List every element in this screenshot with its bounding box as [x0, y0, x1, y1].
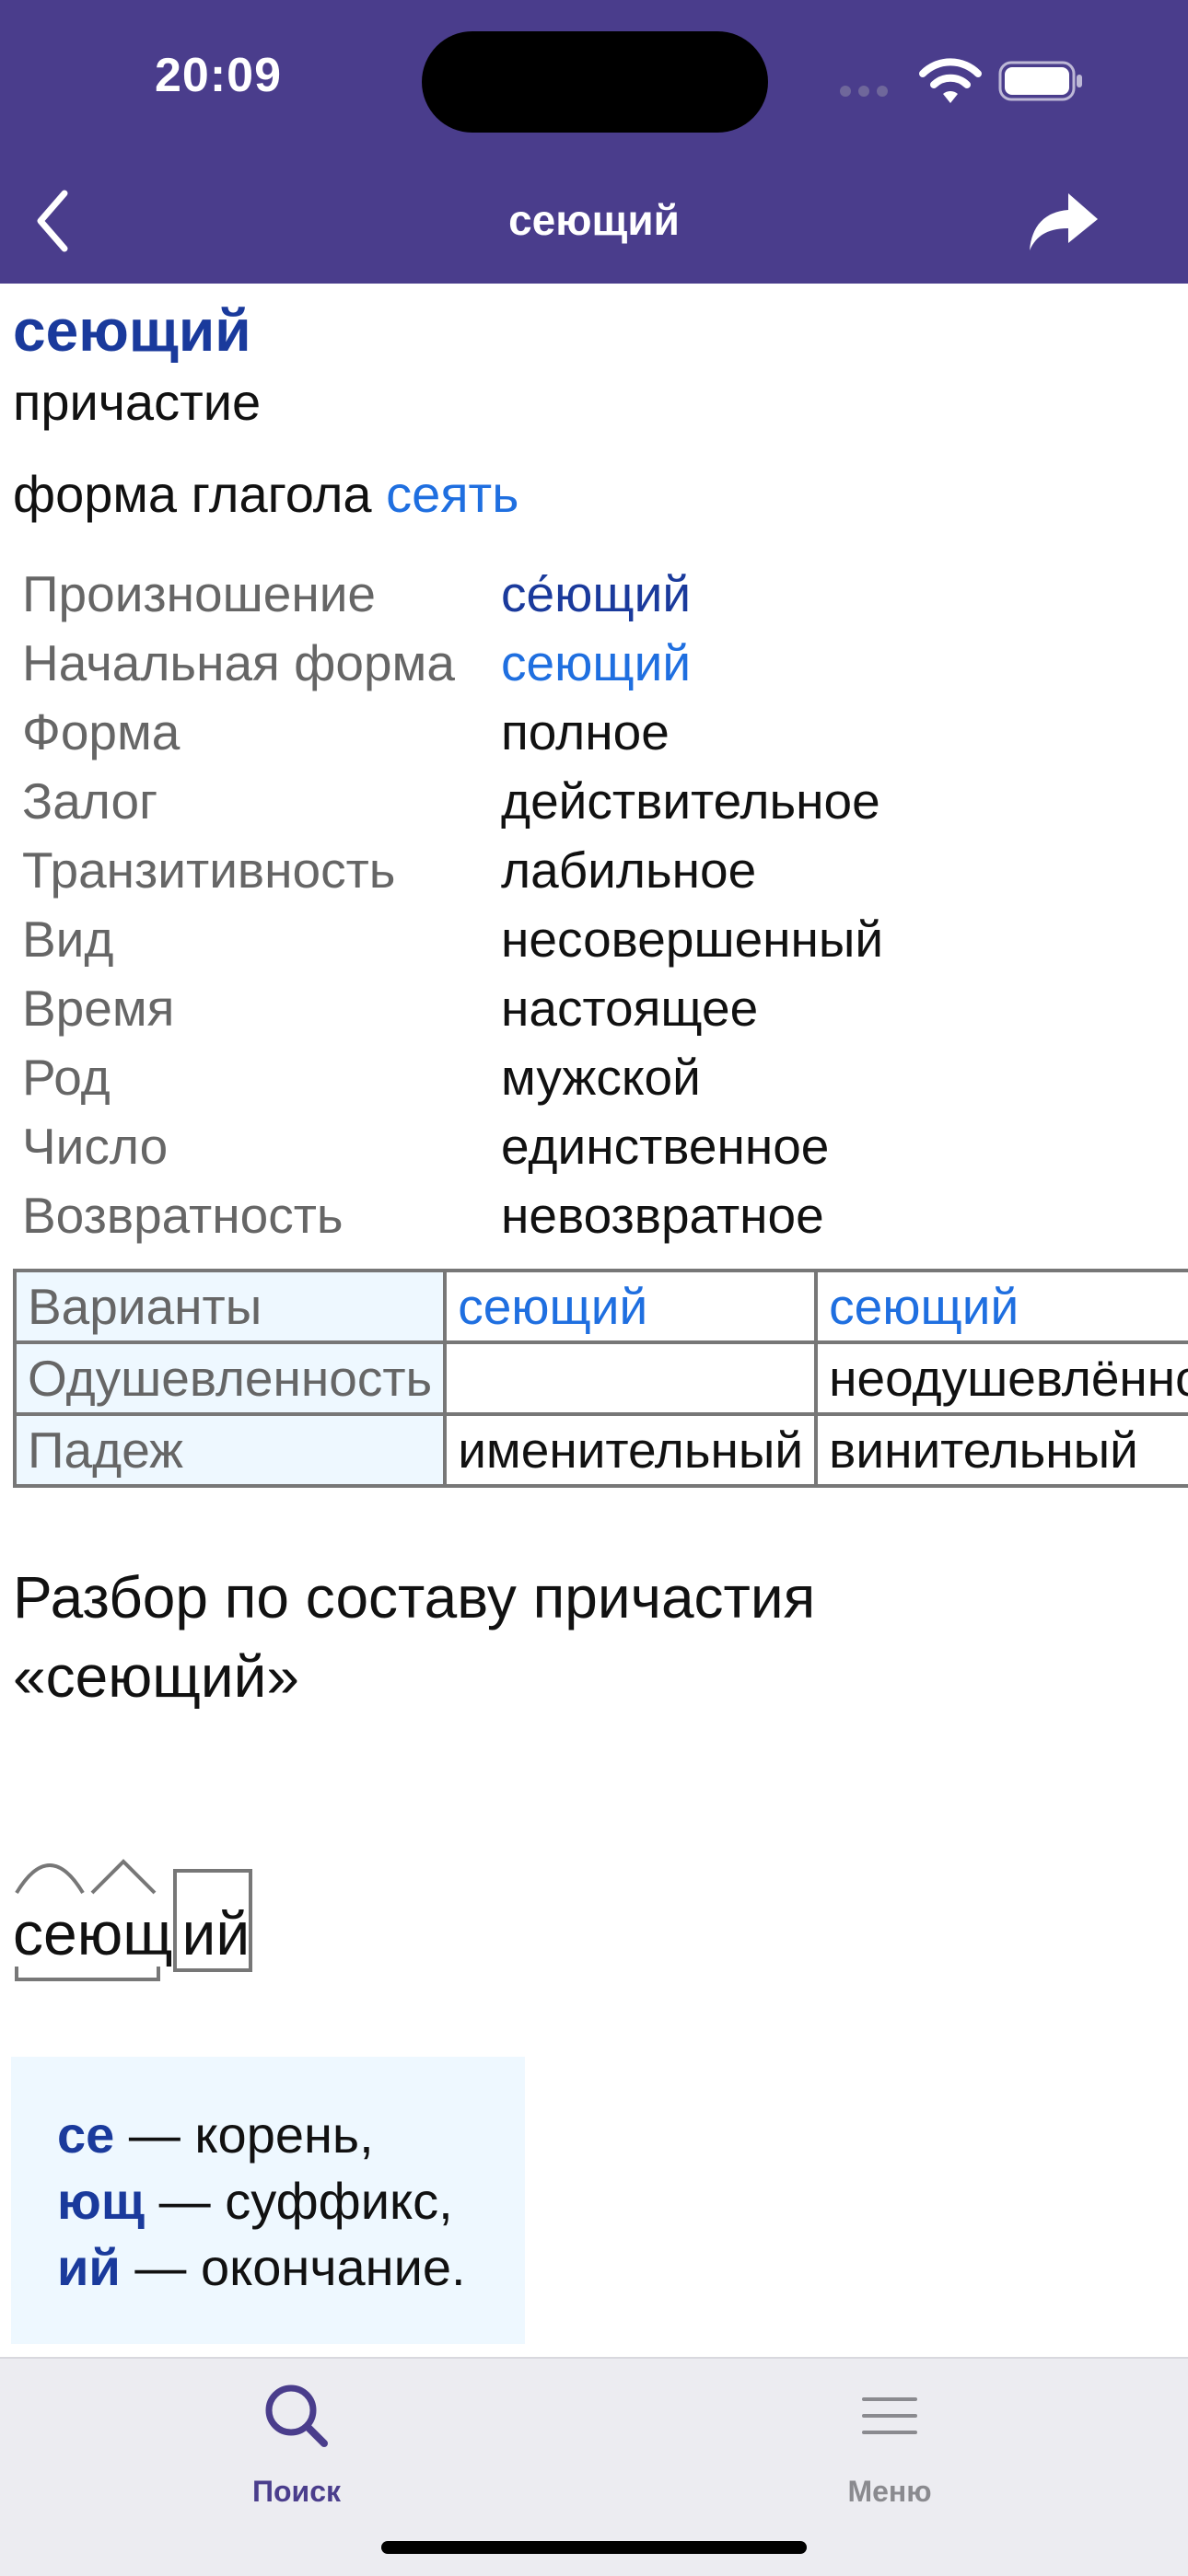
property-row: Залог действительное [22, 767, 883, 836]
property-row: Вид несовершенный [22, 905, 883, 974]
morpheme-legend: се — корень, ющ — суффикс, ий — окончани… [11, 2057, 525, 2344]
property-key: Вид [22, 911, 114, 968]
property-key: Залог [22, 772, 158, 830]
wifi-icon [919, 58, 982, 103]
table-row: Одушевленность неодушевлённое [13, 1340, 1188, 1416]
base-verb-link[interactable]: сеять [386, 465, 518, 523]
property-value: се́ющий [501, 565, 692, 622]
property-key: Произношение [22, 565, 377, 622]
table-cell [443, 1340, 819, 1416]
property-row: Транзитивность лабильное [22, 836, 883, 905]
row-header: Одушевленность [13, 1340, 448, 1416]
menu-icon [862, 2397, 917, 2434]
status-time: 20:09 [155, 49, 282, 102]
legend-item: ий — окончание. [57, 2237, 466, 2297]
part-of-speech: причастие [13, 373, 262, 431]
property-value: лабильное [501, 841, 757, 899]
property-row: Число единственное [22, 1112, 883, 1181]
property-key: Возвратность [22, 1187, 344, 1244]
home-indicator[interactable] [381, 2541, 807, 2554]
property-row: Форма полное [22, 698, 883, 767]
property-row: Произношение се́ющий [22, 560, 883, 629]
morphology-heading: Разбор по составу причастия «сеющий» [13, 1564, 816, 1710]
tab-label: Поиск [251, 2475, 342, 2508]
legend-item: ющ — суффикс, [57, 2171, 453, 2231]
row-header: Падеж [13, 1412, 448, 1488]
table-row: Варианты сеющий сеющий [13, 1269, 1188, 1344]
property-value: мужской [501, 1049, 701, 1106]
nav-title: сеющий [508, 196, 680, 244]
row-header: Варианты [13, 1269, 448, 1344]
property-key: Род [22, 1049, 111, 1106]
table-cell: неодушевлённое [814, 1340, 1188, 1416]
root-part: се [13, 1899, 77, 1967]
signal-icon [840, 85, 895, 101]
ending-part: ий [181, 1899, 250, 1967]
suffix-part: ющ [76, 1899, 173, 1967]
property-key: Время [22, 980, 175, 1037]
property-row: Возвратность невозвратное [22, 1181, 883, 1250]
property-value: невозвратное [501, 1187, 824, 1244]
properties-list: Произношение се́ющий Начальная форма сеющи… [22, 560, 883, 1250]
search-icon [265, 2385, 328, 2447]
share-arrow-icon[interactable] [1024, 184, 1101, 258]
property-row: Род мужской [22, 1043, 883, 1112]
initial-form-link[interactable]: сеющий [501, 629, 691, 698]
property-row: Время настоящее [22, 974, 883, 1043]
legend-item: се — корень, [57, 2105, 374, 2164]
property-key: Форма [22, 703, 181, 760]
dynamic-island [422, 31, 768, 133]
morpheme-word: сеющ ий [13, 1898, 250, 1968]
variants-table[interactable]: Варианты сеющий сеющий Одушевленность не… [13, 1269, 1188, 1488]
property-key: Начальная форма [22, 634, 455, 691]
legend-part: ий [57, 2238, 121, 2296]
form-of-prefix: форма глагола [13, 465, 372, 523]
table-cell: именительный [443, 1412, 819, 1488]
variant-link[interactable]: сеющий [814, 1269, 1188, 1344]
morpheme-diagram: сеющ ий [13, 1839, 381, 2005]
table-cell: винительный [814, 1412, 1188, 1488]
entry-word: сеющий [13, 297, 251, 364]
top-bar: 20:09 сеющий [0, 0, 1188, 284]
property-key: Число [22, 1118, 169, 1175]
form-of-line: форма глагола сеять [13, 464, 518, 524]
tab-label: Меню [847, 2475, 932, 2508]
legend-desc: — суффикс, [158, 2172, 453, 2230]
legend-part: се [57, 2106, 115, 2164]
property-value: несовершенный [501, 911, 884, 968]
legend-desc: — окончание. [134, 2238, 466, 2296]
property-row: Начальная форма сеющий [22, 629, 883, 698]
property-value: настоящее [501, 980, 759, 1037]
property-value: полное [501, 703, 670, 760]
variant-link[interactable]: сеющий [443, 1269, 819, 1344]
legend-desc: — корень, [128, 2106, 374, 2164]
legend-part: ющ [57, 2172, 146, 2230]
table-row: Падеж именительный винительный [13, 1412, 1188, 1488]
property-value: единственное [501, 1118, 830, 1175]
property-key: Транзитивность [22, 841, 396, 899]
property-value: действительное [501, 772, 880, 830]
battery-icon [998, 61, 1082, 101]
